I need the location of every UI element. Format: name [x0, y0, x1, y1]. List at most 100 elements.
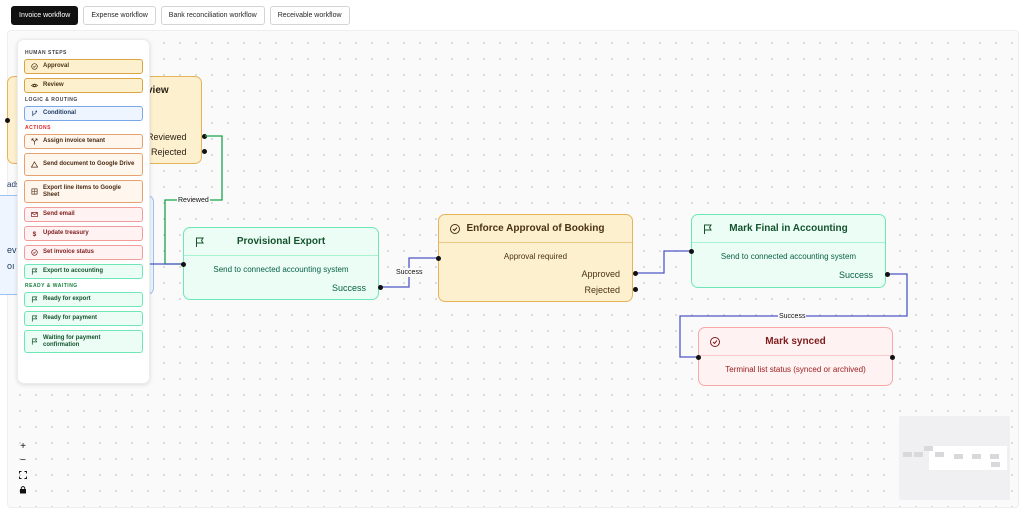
palette-item-label: Assign invoice tenant [43, 138, 106, 144]
enforce-approval-header: Enforce Approval of Booking [439, 215, 632, 243]
zoom-out-button[interactable]: − [17, 454, 29, 468]
minimap-node [924, 446, 933, 451]
palette-section-human-steps: HUMAN STEPS [25, 50, 67, 56]
palette-item-label: Review [43, 82, 64, 88]
minimap-node [935, 452, 944, 457]
tab-expense-workflow[interactable]: Expense workflow [83, 6, 156, 25]
check-circle-icon [31, 63, 38, 70]
palette-item-label: Conditional [43, 110, 76, 116]
palette-section-actions: ACTIONS [25, 125, 51, 131]
mark-final-title: Mark Final in Accounting [729, 223, 848, 234]
palette-item-send-email[interactable]: Send email [24, 207, 143, 222]
enforce-approval-approved-handle[interactable] [633, 271, 638, 276]
provisional-export-success-handle[interactable] [378, 285, 383, 290]
lock-icon [20, 486, 26, 494]
edge-label-success-1: Success [395, 268, 424, 277]
provisional-export-title: Provisional Export [236, 236, 326, 247]
check-circle-icon [450, 224, 460, 234]
palette-item-label: Ready for payment [43, 315, 98, 321]
palette-item-label: Approval [43, 63, 70, 69]
provisional-export-header: Provisional Export [184, 228, 378, 256]
enforce-approval-input-handle[interactable] [436, 256, 441, 261]
enforce-approval-description: Approval required [503, 252, 568, 261]
mark-final-description: Send to connected accounting system [720, 252, 857, 261]
mark-synced-header: Mark synced [699, 328, 892, 356]
palette-item-waiting-for-payment-confirmation[interactable]: Waiting for payment confirmation [24, 330, 143, 353]
palette-item-set-invoice-status[interactable]: Set invoice status [24, 245, 143, 260]
palette-item-review[interactable]: Review [24, 78, 143, 93]
eye-icon [31, 83, 38, 88]
review-out-reviewed: Reviewed [147, 132, 187, 142]
review-rejected-handle[interactable] [202, 149, 207, 154]
minimap-node [990, 454, 999, 459]
mark-synced-output-handle[interactable] [890, 355, 895, 360]
mail-icon [31, 212, 38, 217]
minimap[interactable] [899, 416, 1010, 500]
palette-item-approval[interactable]: Approval [24, 59, 143, 74]
palette-section-ready-waiting: READY & WAITING [25, 283, 78, 289]
palette-item-conditional[interactable]: Conditional [24, 106, 143, 121]
review-input-handle[interactable] [5, 118, 10, 123]
minimap-node [991, 462, 1000, 467]
sheet-icon [31, 188, 38, 195]
mark-final-node[interactable]: Mark Final in Accounting Send to connect… [691, 214, 886, 288]
enforce-approval-out-approved: Approved [581, 269, 620, 279]
canvas-controls: + − [17, 440, 29, 496]
review-reviewed-handle[interactable] [202, 134, 207, 139]
palette-item-export-line-items-to-google-sheet[interactable]: Export line items to Google Sheet [24, 180, 143, 203]
git-branch-icon [32, 110, 38, 117]
provisional-export-description: Send to connected accounting system [213, 265, 349, 274]
tab-receivable-workflow[interactable]: Receivable workflow [269, 6, 350, 25]
palette-item-export-to-accounting[interactable]: Export to accounting [24, 264, 143, 279]
mark-final-out-success: Success [838, 270, 873, 280]
lock-button[interactable] [17, 482, 29, 496]
mark-final-success-handle[interactable] [885, 272, 890, 277]
fit-view-icon [19, 471, 27, 479]
flag-icon [31, 338, 38, 345]
palette-item-label: Update treasury [43, 230, 89, 236]
edge-label-reviewed: Reviewed [177, 196, 210, 205]
palette-item-label: Ready for export [43, 296, 91, 302]
minimap-node [954, 454, 963, 459]
flag-icon [704, 224, 712, 234]
mark-synced-input-handle[interactable] [696, 355, 701, 360]
fit-view-button[interactable] [17, 468, 29, 482]
edge-label-success-2: Success [778, 312, 807, 321]
mark-synced-description: Terminal list status (synced or archived… [725, 365, 866, 374]
flag-icon [31, 296, 38, 303]
minimap-node [903, 452, 912, 457]
provisional-export-input-handle[interactable] [181, 262, 186, 267]
enforce-approval-rejected-handle[interactable] [633, 287, 638, 292]
enforce-approval-title: Enforce Approval of Booking [466, 223, 605, 234]
status-icon [31, 249, 38, 256]
palette-item-label: Set invoice status [43, 249, 95, 255]
palette-item-ready-for-export[interactable]: Ready for export [24, 292, 143, 307]
check-circle-icon [710, 337, 720, 347]
provisional-export-node[interactable]: Provisional Export Send to connected acc… [183, 227, 379, 300]
palette-item-label: Waiting for payment confirmation [43, 334, 101, 348]
palette-item-label: Export line items to Google Sheet [43, 184, 122, 198]
mark-final-header: Mark Final in Accounting [692, 215, 885, 243]
flag-icon [31, 315, 38, 322]
tab-bank-reconciliation-workflow[interactable]: Bank reconciliation workflow [160, 6, 265, 25]
flag-icon [31, 268, 38, 275]
palette-item-label: Export to accounting [43, 268, 103, 274]
palette-item-update-treasury[interactable]: $ Update treasury [24, 226, 143, 241]
flag-icon [196, 237, 204, 247]
palette-item-assign-invoice-tenant[interactable]: Assign invoice tenant [24, 134, 143, 149]
enforce-approval-node[interactable]: Enforce Approval of Booking Approval req… [438, 214, 633, 302]
minimap-node [914, 452, 923, 457]
mark-synced-title: Mark synced [765, 336, 826, 347]
review-out-rejected: Rejected [151, 147, 187, 157]
mark-synced-node[interactable]: Mark synced Terminal list status (synced… [698, 327, 893, 386]
palette-item-ready-for-payment[interactable]: Ready for payment [24, 311, 143, 326]
svg-text:$: $ [33, 231, 37, 237]
palette-item-send-document-to-google-drive[interactable]: Send document to Google Drive [24, 153, 143, 176]
palette-item-label: Send document to Google Drive [43, 161, 135, 167]
palette-section-logic-routing: LOGIC & ROUTING [25, 97, 78, 103]
mark-final-input-handle[interactable] [689, 249, 694, 254]
fragment-text-b: ev [7, 245, 17, 255]
drive-icon [31, 161, 38, 168]
zoom-in-button[interactable]: + [17, 440, 29, 454]
tab-invoice-workflow[interactable]: Invoice workflow [11, 6, 79, 25]
